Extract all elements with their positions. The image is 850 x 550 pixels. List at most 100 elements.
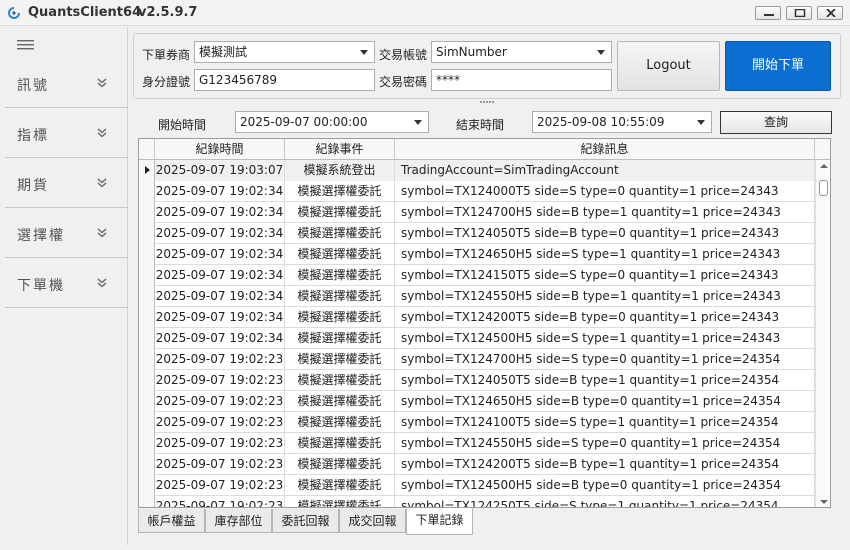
double-chevron-down-icon [97,78,107,88]
tab-inventory-position[interactable]: 庫存部位 [205,509,272,533]
end-time-picker[interactable]: 2025-09-08 10:55:09 [532,111,712,133]
row-header[interactable] [139,412,155,433]
cell-event: 模擬選擇權委託 [285,349,395,370]
table-row[interactable]: 2025-09-07 19:02:34 模擬選擇權委託 symbol=TX12415… [139,265,815,286]
sidebar-item-order-machine[interactable]: 下單機 [5,258,128,308]
splitter-handle-icon[interactable] [480,100,494,104]
table-row[interactable]: 2025-09-07 19:02:23 模擬選擇權委託 symbol=TX12420… [139,454,815,475]
cell-event: 模擬選擇權委託 [285,181,395,202]
table-row[interactable]: 2025-09-07 19:02:23 模擬選擇權委託 symbol=TX12410… [139,412,815,433]
column-header-message[interactable]: 紀錄訊息 [395,139,815,160]
sidebar-item-label: 期貨 [17,178,49,194]
scrollbar-thumb[interactable] [819,180,828,196]
row-header[interactable] [139,265,155,286]
sidebar-item-indicator[interactable]: 指標 [5,108,128,158]
cell-time: 2025-09-07 19:02:34 [155,223,285,244]
table-row[interactable]: 2025-09-07 19:02:23 模擬選擇權委託 symbol=TX12405… [139,370,815,391]
broker-select[interactable]: 模擬測試 [194,41,375,63]
table-row[interactable]: 2025-09-07 19:02:34 模擬選擇權委託 symbol=TX12450… [139,328,815,349]
cell-message: symbol=TX124250T5 side=S type=1 quantity… [395,496,815,507]
cell-time: 2025-09-07 19:02:23 [155,349,285,370]
sidebar-item-options[interactable]: 選擇權 [5,208,128,258]
row-header[interactable] [139,454,155,475]
row-header[interactable] [139,223,155,244]
table-row[interactable]: 2025-09-07 19:02:34 模擬選擇權委託 symbol=TX12400… [139,181,815,202]
order-log-grid[interactable]: 紀錄時間 紀錄事件 紀錄訊息 2025-09-07 19:03:07 模擬系統登出… [138,138,831,508]
close-button[interactable] [817,6,843,20]
cell-time: 2025-09-07 19:02:23 [155,433,285,454]
table-row[interactable]: 2025-09-07 19:02:34 模擬選擇權委託 symbol=TX12420… [139,307,815,328]
cell-message: TradingAccount=SimTradingAccount [395,160,815,181]
minimize-button[interactable] [755,6,781,20]
scroll-down-arrow-icon[interactable] [820,500,828,504]
table-row[interactable]: 2025-09-07 19:02:34 模擬選擇權委託 symbol=TX12465… [139,244,815,265]
sidebar-item-signal[interactable]: 訊號 [5,58,128,108]
row-header[interactable] [139,160,155,181]
cell-event: 模擬選擇權委託 [285,391,395,412]
table-row[interactable]: 2025-09-07 19:02:23 模擬選擇權委託 symbol=TX12470… [139,349,815,370]
row-header[interactable] [139,391,155,412]
cell-event: 模擬選擇權委託 [285,475,395,496]
cell-event: 模擬選擇權委託 [285,223,395,244]
cell-time: 2025-09-07 19:02:23 [155,454,285,475]
dropdown-arrow-icon [414,120,422,125]
cell-message: symbol=TX124550H5 side=B type=1 quantity… [395,286,815,307]
table-row[interactable]: 2025-09-07 19:03:07 模擬系統登出 TradingAccount=… [139,160,815,181]
column-header-time[interactable]: 紀錄時間 [155,139,285,160]
start-time-value: 2025-09-07 00:00:00 [240,115,368,129]
double-chevron-down-icon [97,228,107,238]
table-row[interactable]: 2025-09-07 19:02:23 模擬選擇權委託 symbol=TX12450… [139,475,815,496]
scroll-up-arrow-icon[interactable] [820,164,828,168]
row-header[interactable] [139,496,155,507]
row-header[interactable] [139,328,155,349]
start-order-button[interactable]: 開始下單 [725,41,831,91]
query-button[interactable]: 查詢 [720,111,832,134]
tab-order-log[interactable]: 下單記錄 [406,508,473,535]
tab-account-equity[interactable]: 帳戶權益 [138,509,205,533]
id-number-field[interactable]: G123456789 [194,69,375,91]
logout-button[interactable]: Logout [617,41,720,91]
vertical-scrollbar[interactable] [815,160,830,507]
table-row[interactable]: 2025-09-07 19:02:23 模擬選擇權委託 symbol=TX12425… [139,496,815,507]
cell-time: 2025-09-07 19:02:23 [155,496,285,507]
row-header[interactable] [139,370,155,391]
sidebar-item-label: 下單機 [17,278,65,294]
cell-event: 模擬選擇權委託 [285,202,395,223]
table-row[interactable]: 2025-09-07 19:02:23 模擬選擇權委託 symbol=TX12455… [139,433,815,454]
cell-time: 2025-09-07 19:02:34 [155,307,285,328]
maximize-button[interactable] [786,6,812,20]
table-row[interactable]: 2025-09-07 19:02:34 模擬選擇權委託 symbol=TX12405… [139,223,815,244]
cell-message: symbol=TX124050T5 side=B type=0 quantity… [395,223,815,244]
maximize-icon [794,9,806,17]
row-header[interactable] [139,244,155,265]
row-header[interactable] [139,286,155,307]
double-chevron-down-icon [97,178,107,188]
dropdown-arrow-icon [360,50,368,55]
table-row[interactable]: 2025-09-07 19:02:23 模擬選擇權委託 symbol=TX12465… [139,391,815,412]
row-header[interactable] [139,475,155,496]
tab-fill-report[interactable]: 成交回報 [339,509,406,533]
hamburger-menu-icon[interactable] [17,39,35,51]
end-time-value: 2025-09-08 10:55:09 [537,115,665,129]
start-time-picker[interactable]: 2025-09-07 00:00:00 [235,111,429,133]
table-row[interactable]: 2025-09-07 19:02:34 模擬選擇權委託 symbol=TX12455… [139,286,815,307]
row-header[interactable] [139,307,155,328]
tab-order-report[interactable]: 委託回報 [272,509,339,533]
trade-account-select[interactable]: SimNumber [431,41,612,63]
sidebar-item-label: 選擇權 [17,228,65,244]
cell-message: symbol=TX124150T5 side=S type=0 quantity… [395,265,815,286]
row-header[interactable] [139,349,155,370]
row-header[interactable] [139,202,155,223]
cell-time: 2025-09-07 19:02:34 [155,181,285,202]
cell-event: 模擬選擇權委託 [285,454,395,475]
double-chevron-down-icon [97,278,107,288]
start-time-label: 開始時間 [158,118,207,132]
table-row[interactable]: 2025-09-07 19:02:34 模擬選擇權委託 symbol=TX12470… [139,202,815,223]
row-header[interactable] [139,433,155,454]
row-header[interactable] [139,181,155,202]
column-header-event[interactable]: 紀錄事件 [285,139,395,160]
current-row-pointer-icon [145,166,150,174]
cell-time: 2025-09-07 19:02:34 [155,328,285,349]
password-field[interactable]: **** [431,69,612,91]
sidebar-item-futures[interactable]: 期貨 [5,158,128,208]
